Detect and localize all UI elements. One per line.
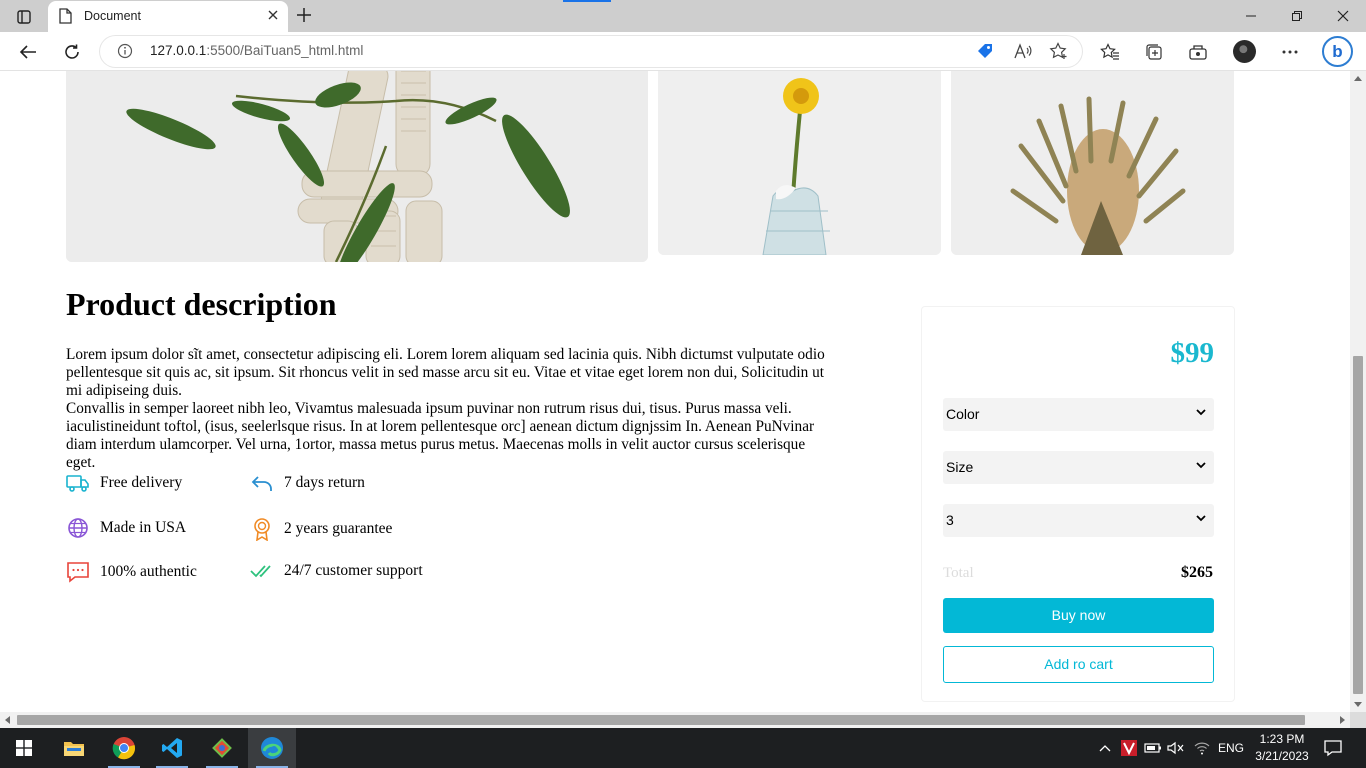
browser-tab[interactable]: Document <box>48 1 288 32</box>
feature-customer-support: 24/7 customer support <box>250 561 423 581</box>
product-image-flower-vase <box>658 71 941 255</box>
window-controls <box>1228 0 1366 32</box>
favorites-icon[interactable] <box>1097 39 1123 65</box>
windows-start-icon[interactable] <box>0 728 48 768</box>
quantity-select[interactable]: 3 <box>943 504 1214 537</box>
volume-muted-icon[interactable] <box>1165 728 1187 768</box>
chevron-down-icon <box>1196 409 1206 416</box>
double-check-icon <box>250 565 271 578</box>
shopping-tag-icon[interactable] <box>976 42 994 65</box>
edge-icon[interactable] <box>248 728 296 768</box>
feature-authentic: 100% authentic <box>66 561 197 583</box>
size-select[interactable]: Size <box>943 451 1214 484</box>
refresh-icon[interactable] <box>59 39 85 65</box>
page-viewport: Product description Lorem ipsum dolor sĩ… <box>0 71 1350 712</box>
add-favorite-icon[interactable] <box>1049 42 1069 65</box>
windows-taskbar: ENG 1:23 PM 3/21/2023 <box>0 728 1366 768</box>
profile-avatar[interactable] <box>1233 40 1256 63</box>
feature-label: 24/7 customer support <box>284 562 423 579</box>
color-select[interactable]: Color <box>943 398 1214 431</box>
total-value: $265 <box>1181 564 1213 581</box>
scroll-down-arrow-icon[interactable] <box>1354 702 1362 707</box>
file-explorer-icon[interactable] <box>50 728 98 768</box>
notifications-icon[interactable] <box>1320 728 1346 768</box>
chevron-down-icon <box>1196 515 1206 522</box>
globe-icon <box>68 518 88 538</box>
address-bar[interactable]: 127.0.0.1:5500/BaiTuan5_html.html <box>100 36 1082 67</box>
chevron-down-icon <box>1196 462 1206 469</box>
feature-label: Made in USA <box>100 519 187 536</box>
product-image-main <box>66 71 648 262</box>
vertical-scroll-thumb[interactable] <box>1353 356 1363 694</box>
read-aloud-icon[interactable] <box>1013 42 1033 65</box>
close-tab-icon[interactable] <box>266 8 280 27</box>
language-indicator[interactable]: ENG <box>1214 728 1248 768</box>
description-paragraph-1: Lorem ipsum dolor sĩt amet, consectetur … <box>66 346 825 399</box>
minimize-icon[interactable] <box>1228 0 1274 32</box>
system-clock[interactable]: 1:23 PM 3/21/2023 <box>1248 731 1316 765</box>
return-arrow-icon <box>251 476 272 491</box>
scroll-right-arrow-icon[interactable] <box>1340 716 1345 724</box>
antivirus-tray-icon[interactable] <box>1118 728 1140 768</box>
description-title: Product description <box>66 286 337 322</box>
show-hidden-icons-icon[interactable] <box>1096 728 1114 768</box>
feature-label: 100% authentic <box>100 563 197 580</box>
tab-loading-indicator <box>563 0 611 2</box>
scroll-left-arrow-icon[interactable] <box>5 716 10 724</box>
restore-icon[interactable] <box>1274 0 1320 32</box>
feature-label: 7 days return <box>284 474 365 491</box>
browser-toolbar: 127.0.0.1:5500/BaiTuan5_html.html b <box>0 32 1366 71</box>
quantity-select-value: 3 <box>946 512 954 528</box>
feature-made-in-usa: Made in USA <box>66 517 186 539</box>
tab-actions-icon[interactable] <box>10 6 38 28</box>
tab-title: Document <box>84 9 141 23</box>
vscode-icon[interactable] <box>148 728 196 768</box>
back-icon[interactable] <box>15 39 41 65</box>
buy-now-button[interactable]: Buy now <box>943 598 1214 633</box>
new-tab-icon[interactable] <box>294 5 314 30</box>
git-gui-icon[interactable] <box>198 728 246 768</box>
award-icon <box>254 518 270 541</box>
clock-date: 3/21/2023 <box>1255 749 1309 763</box>
url-text[interactable]: 127.0.0.1:5500/BaiTuan5_html.html <box>150 43 363 58</box>
clock-time: 1:23 PM <box>1259 732 1305 746</box>
message-alert-icon <box>67 562 89 583</box>
vertical-scrollbar[interactable] <box>1350 71 1366 712</box>
description-paragraph-2: Convallis in semper laoreet nibh leo, Vi… <box>66 400 815 471</box>
feature-free-delivery: Free delivery <box>66 473 182 493</box>
collections-icon[interactable] <box>1141 39 1167 65</box>
horizontal-scroll-thumb[interactable] <box>17 715 1305 725</box>
product-image-dried-flower <box>951 71 1234 255</box>
more-options-icon[interactable] <box>1277 39 1303 65</box>
feature-days-return: 7 days return <box>250 473 365 493</box>
scrollbar-corner <box>1350 712 1366 728</box>
description-text: Lorem ipsum dolor sĩt amet, consectetur … <box>66 346 831 472</box>
chrome-icon[interactable] <box>100 728 148 768</box>
feature-label: Free delivery <box>100 474 183 491</box>
size-select-value: Size <box>946 459 974 475</box>
close-window-icon[interactable] <box>1320 0 1366 32</box>
browser-tab-bar: Document <box>0 0 1366 32</box>
site-info-icon[interactable] <box>117 43 133 64</box>
horizontal-scrollbar[interactable] <box>0 712 1350 728</box>
document-icon <box>58 8 72 29</box>
scroll-up-arrow-icon[interactable] <box>1354 76 1362 81</box>
battery-icon[interactable] <box>1142 728 1164 768</box>
feature-guarantee: 2 years guarantee <box>250 517 392 541</box>
add-to-cart-button[interactable]: Add ro cart <box>943 646 1214 683</box>
wifi-icon[interactable] <box>1190 728 1214 768</box>
purchase-panel: $99 Color Size 3 Total $265 Buy now Add … <box>921 306 1235 702</box>
feature-label: 2 years guarantee <box>284 520 393 537</box>
bing-chat-icon[interactable]: b <box>1322 36 1353 67</box>
product-price: $99 <box>1170 337 1215 369</box>
truck-icon <box>66 475 89 492</box>
total-label: Total <box>943 565 974 581</box>
extensions-icon[interactable] <box>1185 39 1211 65</box>
color-select-value: Color <box>946 406 980 422</box>
